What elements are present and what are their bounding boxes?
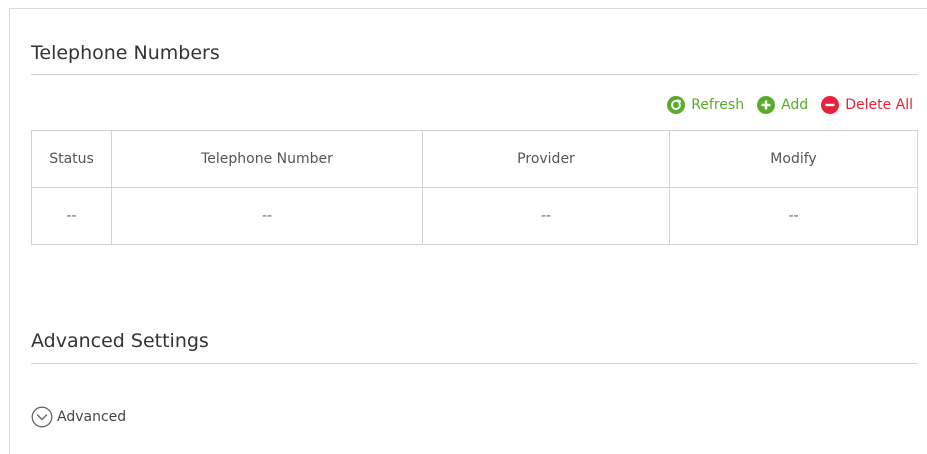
column-header-telephone-number: Telephone Number [111, 130, 423, 188]
cell-provider: -- [422, 187, 670, 245]
cell-modify: -- [669, 187, 918, 245]
advanced-toggle-label: Advanced [57, 409, 127, 425]
cell-status: -- [31, 187, 112, 245]
column-header-modify: Modify [669, 130, 918, 188]
table-header-row: Status Telephone Number Provider Modify [31, 130, 918, 188]
refresh-button[interactable]: Refresh [667, 96, 744, 114]
advanced-settings-title: Advanced Settings [31, 330, 209, 352]
minus-circle-icon [821, 96, 840, 114]
cell-telephone-number: -- [111, 187, 423, 245]
column-header-status: Status [31, 130, 112, 188]
telephone-numbers-table: Status Telephone Number Provider Modify … [31, 130, 918, 245]
advanced-toggle[interactable]: Advanced [31, 406, 126, 428]
delete-all-label: Delete All [845, 97, 913, 113]
table-row: -- -- -- -- [31, 187, 918, 245]
plus-circle-icon [757, 96, 776, 114]
column-header-provider: Provider [422, 130, 670, 188]
add-button[interactable]: Add [757, 96, 808, 114]
delete-all-button[interactable]: Delete All [821, 96, 913, 114]
table-toolbar: Refresh Add Delete All [667, 93, 913, 117]
title-divider [31, 74, 918, 75]
advanced-divider [31, 363, 918, 364]
refresh-icon [667, 96, 686, 114]
refresh-label: Refresh [691, 97, 745, 113]
chevron-down-circle-icon [31, 406, 53, 428]
telephone-numbers-title: Telephone Numbers [31, 42, 220, 64]
add-label: Add [781, 97, 809, 113]
